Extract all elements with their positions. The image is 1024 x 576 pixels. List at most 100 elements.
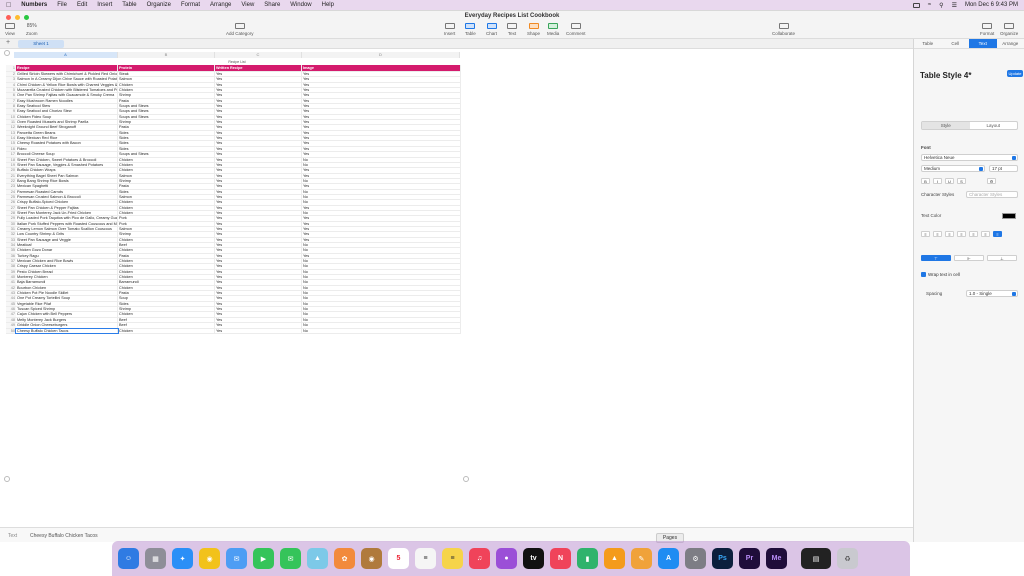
protein-cell[interactable]: Chicken: [118, 248, 215, 253]
recipe-cell[interactable]: Mexican Spaghetti: [16, 184, 118, 189]
recipe-cell[interactable]: Chicken Fideo Soup: [16, 114, 118, 120]
protein-cell[interactable]: Chicken: [118, 285, 215, 291]
written-recipe-cell[interactable]: Yes: [215, 221, 302, 226]
app-store-icon[interactable]: A: [658, 548, 679, 569]
menu-format[interactable]: Format: [181, 2, 200, 8]
menu-window[interactable]: Window: [290, 2, 311, 8]
font-family-select[interactable]: Helvetica Neue: [921, 154, 1018, 161]
recipe-cell[interactable]: Pancetta Green Beans: [16, 130, 118, 136]
table-title[interactable]: Recipe List: [14, 60, 460, 64]
facetime-icon[interactable]: ▶: [253, 548, 274, 569]
written-recipe-cell[interactable]: Yes: [215, 275, 302, 280]
written-recipe-cell[interactable]: Yes: [215, 237, 302, 242]
protein-cell[interactable]: Steak: [118, 72, 215, 77]
recipe-cell[interactable]: Italian Pork Stuffed Peppers with Roaste…: [16, 221, 118, 226]
image-cell[interactable]: Yes: [302, 130, 461, 136]
written-recipe-cell[interactable]: Yes: [215, 146, 302, 152]
window-preview-icon[interactable]: ▤: [801, 548, 831, 569]
tab-cell[interactable]: Cell: [942, 39, 970, 48]
written-recipe-cell[interactable]: Yes: [215, 248, 302, 253]
podcasts-icon[interactable]: ●: [496, 548, 517, 569]
recipe-cell[interactable]: Cheesy Buffalo Chicken Tacos: [15, 327, 119, 334]
valign-middle-icon[interactable]: ⊩: [954, 255, 984, 261]
recipe-cell[interactable]: Crispy Caesar Chicken: [16, 264, 118, 269]
menu-insert[interactable]: Insert: [97, 2, 112, 8]
row-number[interactable]: 7: [6, 98, 16, 104]
row-number[interactable]: 6: [6, 93, 16, 98]
row-number[interactable]: 13: [6, 130, 16, 136]
written-recipe-cell[interactable]: Yes: [215, 77, 302, 82]
recipe-cell[interactable]: Bourbon Chicken: [16, 285, 118, 291]
tab-text[interactable]: Text: [969, 39, 997, 48]
align-fill-icon[interactable]: ≡: [993, 231, 1002, 237]
row-number[interactable]: 3: [6, 77, 16, 82]
written-recipe-cell[interactable]: Yes: [215, 162, 302, 168]
protein-cell[interactable]: Chicken: [118, 82, 215, 88]
row-number[interactable]: 40: [6, 275, 16, 280]
image-cell[interactable]: No: [302, 210, 461, 216]
image-cell[interactable]: No: [302, 285, 461, 291]
recipe-cell[interactable]: Parmesan Crusted Salmon & Broccoli: [16, 194, 118, 200]
recipe-cell[interactable]: Oven Roasted Mussels and Shrimp Paella: [16, 120, 118, 125]
row-number[interactable]: 41: [6, 280, 16, 285]
valign-top-icon[interactable]: ⊤: [921, 255, 951, 261]
row-number[interactable]: 22: [6, 178, 16, 184]
written-recipe-cell[interactable]: Yes: [215, 120, 302, 125]
protein-cell[interactable]: Pasta: [118, 253, 215, 259]
written-recipe-cell[interactable]: Yes: [215, 130, 302, 136]
protein-cell[interactable]: Chicken: [118, 200, 215, 205]
header-recipe[interactable]: Recipe: [16, 65, 118, 71]
recipe-cell[interactable]: Buffalo Chicken Wraps: [16, 168, 118, 173]
media-button[interactable]: Media: [547, 23, 559, 36]
row-number[interactable]: 27: [6, 205, 16, 210]
row-number[interactable]: 1: [6, 65, 16, 71]
protein-cell[interactable]: Pork: [118, 216, 215, 221]
protein-cell[interactable]: Sides: [118, 146, 215, 152]
recipe-cell[interactable]: One Pot Creamy Tortellini Soup: [16, 296, 118, 301]
written-recipe-cell[interactable]: Yes: [215, 93, 302, 98]
written-recipe-cell[interactable]: Yes: [215, 194, 302, 200]
row-number[interactable]: 20: [6, 168, 16, 173]
written-recipe-cell[interactable]: Yes: [215, 200, 302, 205]
row-number[interactable]: 19: [6, 162, 16, 168]
image-cell[interactable]: Yes: [302, 184, 461, 189]
add-sheet-button[interactable]: +: [6, 39, 10, 46]
protein-cell[interactable]: Sides: [118, 136, 215, 141]
written-recipe-cell[interactable]: Yes: [215, 307, 302, 312]
keynote-icon[interactable]: ▲: [604, 548, 625, 569]
protein-cell[interactable]: Shrimp: [118, 120, 215, 125]
collaborate-button[interactable]: Collaborate: [772, 23, 795, 36]
news-icon[interactable]: N: [550, 548, 571, 569]
sheet-tab[interactable]: Sheet 1: [18, 40, 64, 48]
row-number[interactable]: 45: [6, 301, 16, 307]
recipe-cell[interactable]: Low Country Shrimp & Grits: [16, 232, 118, 237]
bold-button[interactable]: B: [921, 178, 930, 184]
recipe-cell[interactable]: Griddle Onion Cheeseburgers: [16, 323, 118, 328]
image-cell[interactable]: No: [302, 189, 461, 194]
protein-cell[interactable]: Chicken: [118, 168, 215, 173]
protein-cell[interactable]: Chicken: [118, 162, 215, 168]
recipe-cell[interactable]: Grilled Sirloin Skewers with Chimichurri…: [16, 72, 118, 77]
insert-button[interactable]: Insert: [444, 23, 455, 36]
image-cell[interactable]: No: [302, 275, 461, 280]
strikethrough-button[interactable]: S: [957, 178, 966, 184]
menu-edit[interactable]: Edit: [77, 2, 87, 8]
image-cell[interactable]: No: [302, 162, 461, 168]
recipe-cell[interactable]: Turkey Ragu: [16, 253, 118, 259]
calendar-icon[interactable]: 5: [388, 548, 409, 569]
control-center-icon[interactable]: ☰: [952, 2, 957, 9]
menu-clock[interactable]: Mon Dec 6 9:43 PM: [965, 2, 1018, 8]
zoom-button[interactable]: 85% Zoom: [26, 23, 38, 36]
recipe-cell[interactable]: Creamy Lemon Salmon Over Tomato Scallion…: [16, 226, 118, 232]
written-recipe-cell[interactable]: Yes: [215, 328, 302, 333]
row-number[interactable]: 15: [6, 141, 16, 146]
align-justify-icon[interactable]: ≡: [957, 231, 966, 237]
written-recipe-cell[interactable]: Yes: [215, 189, 302, 194]
image-cell[interactable]: No: [302, 243, 461, 248]
row-number[interactable]: 23: [6, 184, 16, 189]
image-cell[interactable]: Yes: [302, 114, 461, 120]
written-recipe-cell[interactable]: Yes: [215, 205, 302, 210]
row-number[interactable]: 46: [6, 307, 16, 312]
recipe-cell[interactable]: Melty Monterey Jack Burgers: [16, 317, 118, 323]
row-number[interactable]: 44: [6, 296, 16, 301]
